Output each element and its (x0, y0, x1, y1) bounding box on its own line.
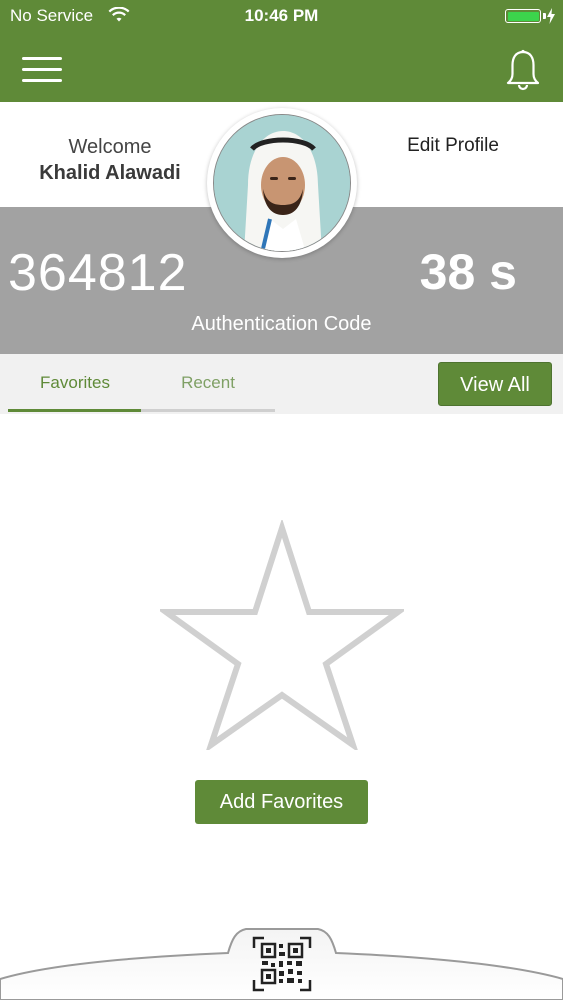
star-outline-icon (160, 520, 404, 750)
tab-recent[interactable]: Recent (141, 354, 275, 412)
authentication-code: 364812 (8, 244, 188, 302)
battery-tip (543, 13, 546, 19)
user-avatar (214, 115, 350, 251)
welcome-label: Welcome (68, 136, 152, 158)
user-name: Khalid Alawadi (39, 162, 181, 184)
hamburger-menu-icon[interactable] (22, 57, 62, 83)
view-all-button[interactable]: View All (438, 362, 552, 406)
avatar-frame (207, 108, 357, 258)
charging-bolt-icon (547, 8, 555, 24)
qr-code-scan-icon[interactable] (252, 936, 312, 992)
tab-favorites[interactable]: Favorites (8, 354, 142, 412)
clock: 10:46 PM (244, 6, 319, 25)
status-bar: No Service 10:46 PM (0, 0, 563, 32)
tab-bar: Favorites Recent View All (0, 354, 563, 414)
edit-profile-link[interactable]: Edit Profile (398, 136, 508, 156)
avatar[interactable] (213, 114, 351, 252)
battery-icon (505, 9, 541, 23)
navigation-bar (0, 32, 563, 102)
authentication-code-label: Authentication Code (191, 313, 372, 335)
bell-icon[interactable] (505, 49, 541, 91)
add-favorites-button[interactable]: Add Favorites (195, 780, 368, 824)
code-countdown: 38 s (419, 244, 517, 300)
